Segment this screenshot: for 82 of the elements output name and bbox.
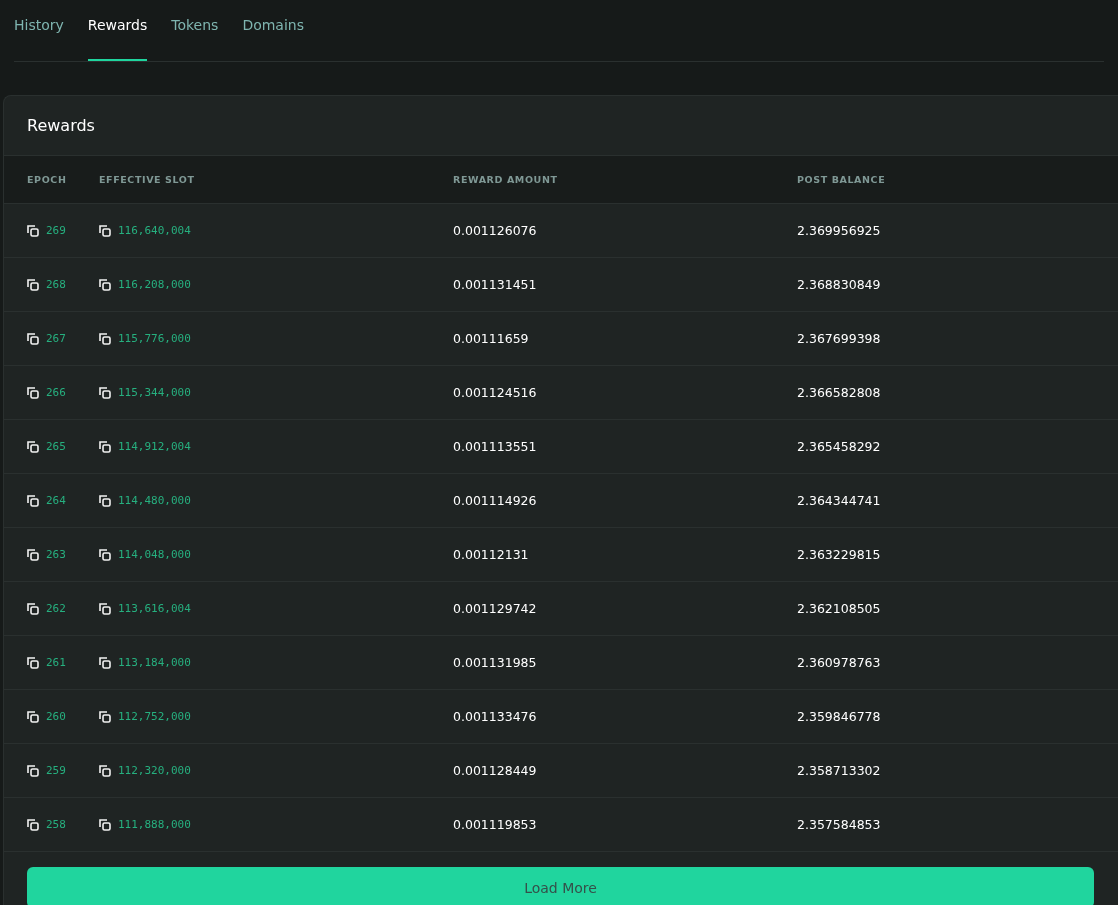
post-balance: 2.367699398	[797, 331, 881, 346]
column-header: POST BALANCE	[797, 174, 887, 185]
reward-amount: 0.001126076	[453, 223, 537, 238]
copy-icon[interactable]	[99, 224, 111, 237]
reward-amount: 0.001129742	[453, 601, 537, 616]
copy-icon[interactable]	[27, 818, 39, 831]
post-balance: 2.357584853	[797, 817, 881, 832]
copy-icon[interactable]	[99, 710, 111, 723]
column-header: EFFECTIVE SLOT	[99, 174, 196, 185]
reward-amount: 0.00112131	[453, 547, 529, 562]
post-balance: 2.362108505	[797, 601, 881, 616]
slot-link[interactable]: 116,640,004	[118, 224, 191, 237]
epoch-link[interactable]: 258	[46, 818, 66, 831]
tab[interactable]: Domains	[242, 0, 304, 61]
reward-amount: 0.001113551	[453, 439, 537, 454]
post-balance: 2.358713302	[797, 763, 881, 778]
tab[interactable]: History	[14, 0, 64, 61]
copy-icon[interactable]	[27, 656, 39, 669]
copy-icon[interactable]	[27, 494, 39, 507]
slot-link[interactable]: 111,888,000	[118, 818, 191, 831]
post-balance: 2.368830849	[797, 277, 881, 292]
post-balance: 2.364344741	[797, 493, 881, 508]
copy-icon[interactable]	[27, 440, 39, 453]
copy-icon[interactable]	[27, 548, 39, 561]
reward-amount: 0.001133476	[453, 709, 537, 724]
post-balance: 2.363229815	[797, 547, 881, 562]
column-header: EPOCH	[27, 174, 68, 185]
copy-icon[interactable]	[99, 602, 111, 615]
slot-link[interactable]: 112,320,000	[118, 764, 191, 777]
load-more-button[interactable]: Load More	[27, 867, 1094, 905]
epoch-link[interactable]: 269	[46, 224, 66, 237]
epoch-link[interactable]: 268	[46, 278, 66, 291]
copy-icon[interactable]	[99, 818, 111, 831]
reward-amount: 0.001131985	[453, 655, 537, 670]
epoch-link[interactable]: 264	[46, 494, 66, 507]
copy-icon[interactable]	[99, 332, 111, 345]
post-balance: 2.366582808	[797, 385, 881, 400]
slot-link[interactable]: 115,776,000	[118, 332, 191, 345]
epoch-link[interactable]: 266	[46, 386, 66, 399]
reward-amount: 0.001114926	[453, 493, 537, 508]
epoch-link[interactable]: 263	[46, 548, 66, 561]
epoch-link[interactable]: 267	[46, 332, 66, 345]
copy-icon[interactable]	[99, 440, 111, 453]
copy-icon[interactable]	[99, 548, 111, 561]
epoch-link[interactable]: 259	[46, 764, 66, 777]
copy-icon[interactable]	[99, 278, 111, 291]
slot-link[interactable]: 114,912,004	[118, 440, 191, 453]
epoch-link[interactable]: 260	[46, 710, 66, 723]
copy-icon[interactable]	[99, 494, 111, 507]
slot-link[interactable]: 115,344,000	[118, 386, 191, 399]
card-title: Rewards	[27, 116, 95, 135]
tab[interactable]: Tokens	[171, 0, 219, 61]
reward-amount: 0.001124516	[453, 385, 537, 400]
slot-link[interactable]: 113,616,004	[118, 602, 191, 615]
reward-amount: 0.001131451	[453, 277, 537, 292]
copy-icon[interactable]	[27, 386, 39, 399]
slot-link[interactable]: 114,048,000	[118, 548, 191, 561]
copy-icon[interactable]	[99, 656, 111, 669]
column-header: REWARD AMOUNT	[453, 174, 559, 185]
copy-icon[interactable]	[99, 764, 111, 777]
slot-link[interactable]: 112,752,000	[118, 710, 191, 723]
post-balance: 2.360978763	[797, 655, 881, 670]
post-balance: 2.369956925	[797, 223, 881, 238]
reward-amount: 0.00111659	[453, 331, 529, 346]
post-balance: 2.365458292	[797, 439, 881, 454]
slot-link[interactable]: 114,480,000	[118, 494, 191, 507]
copy-icon[interactable]	[27, 602, 39, 615]
epoch-link[interactable]: 262	[46, 602, 66, 615]
tab[interactable]: Rewards	[87, 0, 148, 61]
reward-amount: 0.001128449	[453, 763, 537, 778]
epoch-link[interactable]: 265	[46, 440, 66, 453]
copy-icon[interactable]	[27, 332, 39, 345]
reward-amount: 0.001119853	[453, 817, 537, 832]
slot-link[interactable]: 116,208,000	[118, 278, 191, 291]
copy-icon[interactable]	[27, 224, 39, 237]
copy-icon[interactable]	[27, 278, 39, 291]
slot-link[interactable]: 113,184,000	[118, 656, 191, 669]
copy-icon[interactable]	[99, 386, 111, 399]
copy-icon[interactable]	[27, 710, 39, 723]
epoch-link[interactable]: 261	[46, 656, 66, 669]
copy-icon[interactable]	[27, 764, 39, 777]
post-balance: 2.359846778	[797, 709, 881, 724]
